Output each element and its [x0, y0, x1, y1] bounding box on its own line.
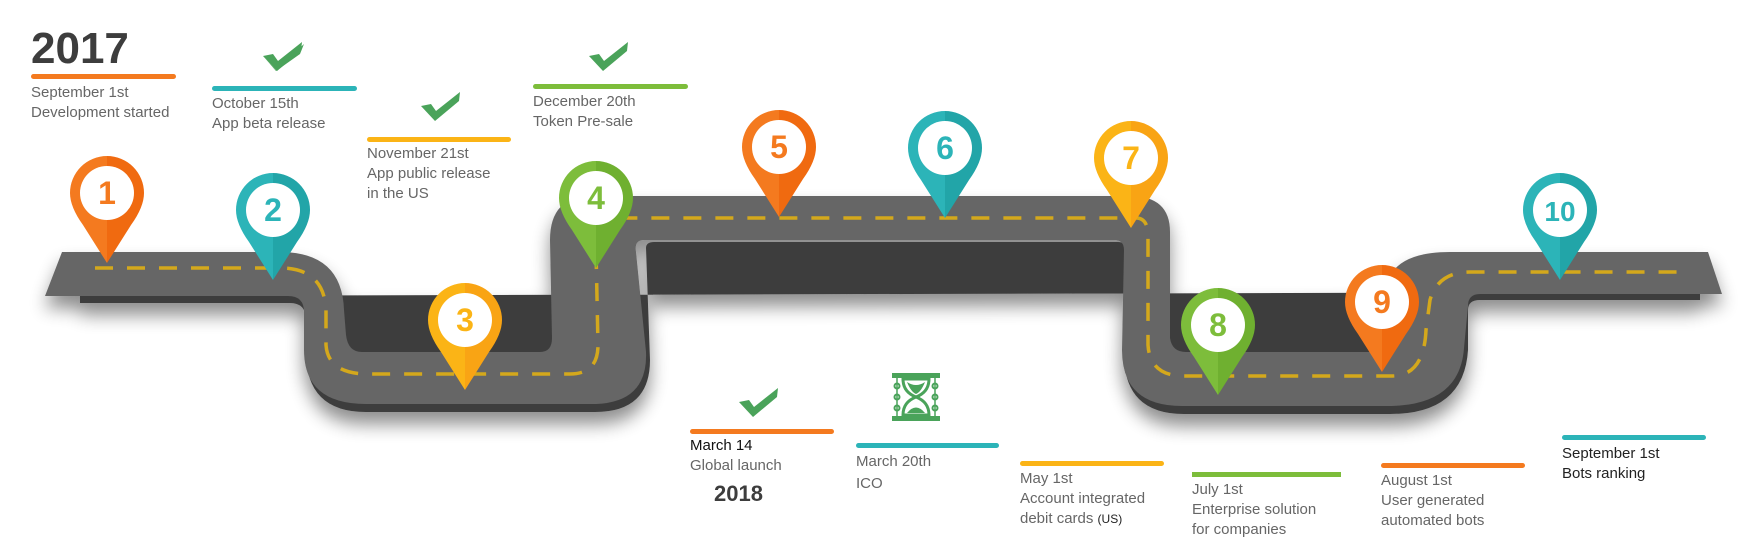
milestone-date: December 20th	[533, 93, 636, 110]
region-note: (US)	[1097, 512, 1123, 526]
checkmark-icon	[739, 388, 778, 417]
milestone-bar	[367, 137, 511, 142]
milestone-date: May 1st	[1020, 470, 1073, 487]
pin-number: 9	[1373, 284, 1391, 320]
checkmark-icon	[421, 92, 460, 121]
milestone-description: for companies	[1192, 521, 1287, 538]
milestone-description: Account integrated	[1020, 490, 1146, 507]
milestone-bar	[31, 74, 176, 79]
milestone-description: Development started	[31, 104, 170, 121]
milestone-description: Global launch	[690, 457, 782, 474]
checkmark-icon	[589, 42, 628, 71]
milestone-description: Token Pre-sale	[533, 113, 634, 130]
milestone-bar	[690, 429, 834, 434]
year-2017-label: 2017	[31, 24, 129, 73]
pin-number: 5	[770, 129, 788, 165]
milestone-description: in the US	[367, 185, 429, 202]
milestone-date: July 1st	[1192, 481, 1243, 498]
map-pin-1: 1	[70, 156, 144, 263]
milestone-description: App public release	[367, 165, 491, 182]
milestone-date: August 1st	[1381, 472, 1452, 489]
milestone-description: App beta release	[212, 115, 326, 132]
milestone-bar	[1192, 472, 1341, 477]
pin-number: 4	[587, 180, 605, 216]
milestone-description: User generated	[1381, 492, 1485, 509]
milestone-date: March 20th	[856, 453, 932, 470]
milestone-bar	[533, 84, 688, 89]
year-2018-label: 2018	[714, 481, 763, 506]
milestone-bar	[1562, 435, 1706, 440]
milestone-bar	[212, 86, 357, 91]
milestone-date: March 14	[690, 437, 753, 454]
pin-number: 1	[98, 175, 116, 211]
milestone-bar	[1381, 463, 1525, 468]
pin-number: 8	[1209, 307, 1227, 343]
milestone-description: ICO	[856, 475, 883, 492]
milestone-description: Enterprise solution	[1192, 501, 1317, 518]
pin-number: 2	[264, 192, 282, 228]
milestone-date: October 15th	[212, 95, 299, 112]
milestone-date: November 21st	[367, 145, 469, 162]
milestone-date: September 1st	[31, 84, 129, 101]
hourglass-icon	[892, 373, 940, 421]
milestone-description: automated bots	[1381, 512, 1485, 529]
milestone-date: September 1st	[1562, 445, 1660, 462]
pin-number: 3	[456, 302, 474, 338]
pin-number: 10	[1544, 196, 1575, 227]
roadmap-diagram: 1 2 3 4 5 6 7 8 9 10 2017 2018 September 1st Deve…	[0, 0, 1759, 559]
milestone-bar	[1020, 461, 1164, 466]
checkmark-icon	[263, 42, 304, 71]
milestone-bar	[856, 443, 999, 448]
pin-number: 6	[936, 130, 954, 166]
pin-number: 7	[1122, 140, 1140, 176]
milestone-description: debit cards (US)	[1020, 510, 1123, 527]
milestone-description: Bots ranking	[1562, 465, 1646, 482]
